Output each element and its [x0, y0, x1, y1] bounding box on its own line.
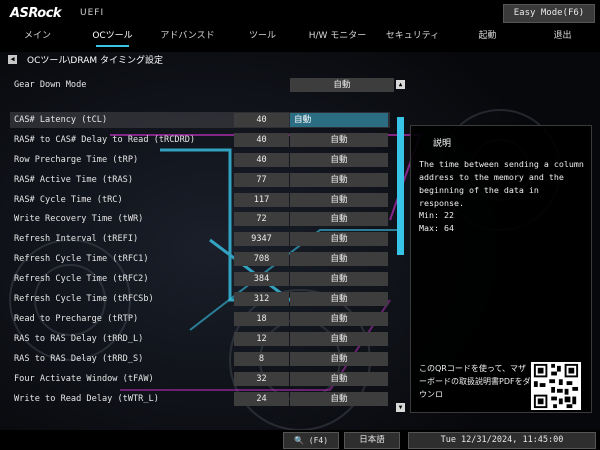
easy-mode-button[interactable]: Easy Mode(F6): [503, 4, 595, 23]
tab-oc-tweaker[interactable]: OCツール: [75, 28, 150, 48]
setting-label: RAS# Cycle Time (tRC): [14, 195, 123, 205]
breadcrumb: ◀ OCツール\DRAM タイミング設定: [8, 52, 163, 66]
datetime-display: Tue 12/31/2024, 11:45:00: [408, 432, 596, 449]
search-icon: 🔍: [293, 436, 304, 445]
current-value: 12: [234, 332, 289, 346]
description-text: The time between sending a column addres…: [419, 159, 584, 208]
setting-label: RAS# to CAS# Delay to Read (tRCDRD): [14, 135, 196, 145]
max-value: Max: 64: [419, 223, 454, 233]
setting-row-trfcsb[interactable]: Refresh Cycle Time (tRFCSb) 312 自動: [10, 291, 390, 307]
setting-select[interactable]: 自動: [290, 392, 388, 406]
setting-label: Refresh Cycle Time (tRFCSb): [14, 294, 154, 304]
tab-exit[interactable]: 退出: [525, 28, 600, 48]
setting-label: Write to Read Delay (tWTR_L): [14, 394, 159, 404]
top-bar: ASRock UEFI Easy Mode(F6) メイン OCツール アドバン…: [0, 0, 600, 52]
current-value: 32: [234, 372, 289, 386]
language-button[interactable]: 日本語: [344, 432, 400, 449]
setting-select[interactable]: 自動: [290, 332, 388, 346]
search-shortcut: (F4): [308, 436, 329, 445]
setting-label: CAS# Latency (tCL): [14, 115, 108, 125]
tab-tool[interactable]: ツール: [225, 28, 300, 48]
main-nav: メイン OCツール アドバンスド ツール H/W モニター セキュリティ 起動 …: [0, 28, 600, 48]
setting-row-trp[interactable]: Row Precharge Time (tRP) 40 自動: [10, 152, 390, 168]
setting-select[interactable]: 自動: [290, 133, 388, 147]
setting-row-trtp[interactable]: Read to Precharge (tRTP) 18 自動: [10, 311, 390, 327]
setting-select[interactable]: 自動: [290, 113, 388, 127]
asrock-logo: ASRock: [10, 6, 62, 21]
current-value: 384: [234, 272, 289, 286]
bottom-bar: 🔍 (F4) 日本語 Tue 12/31/2024, 11:45:00: [0, 430, 600, 450]
setting-label: Refresh Interval (tREFI): [14, 234, 139, 244]
setting-label: Refresh Cycle Time (tRFC2): [14, 274, 149, 284]
uefi-label: UEFI: [80, 8, 105, 18]
qr-caption: このQRコードを使って、マザーボードの取扱説明書PDFをダウンロ: [419, 364, 531, 399]
setting-row-trefi[interactable]: Refresh Interval (tREFI) 9347 自動: [10, 231, 390, 247]
current-value: 40: [234, 153, 289, 167]
current-value: 18: [234, 312, 289, 326]
setting-row-tras[interactable]: RAS# Active Time (tRAS) 77 自動: [10, 172, 390, 188]
breadcrumb-text: OCツール\DRAM タイミング設定: [27, 55, 164, 66]
current-value: 312: [234, 292, 289, 306]
current-value: 708: [234, 252, 289, 266]
setting-select[interactable]: 自動: [290, 272, 388, 286]
setting-label: Refresh Cycle Time (tRFC1): [14, 254, 149, 264]
tab-main[interactable]: メイン: [0, 28, 75, 48]
setting-row-twtr-l[interactable]: Write to Read Delay (tWTR_L) 24 自動: [10, 391, 390, 407]
scroll-down-icon[interactable]: ▼: [396, 403, 405, 412]
description-panel: 説明 The time between sending a column add…: [410, 125, 592, 413]
current-value: 40: [234, 113, 289, 127]
setting-label: RAS to RAS Delay (tRRD_L): [14, 334, 144, 344]
setting-select[interactable]: 自動: [290, 232, 388, 246]
setting-select[interactable]: 自動: [290, 193, 388, 207]
setting-label: RAS# Active Time (tRAS): [14, 175, 133, 185]
back-arrow-icon[interactable]: ◀: [8, 54, 17, 64]
current-value: 40: [234, 133, 289, 147]
tab-security[interactable]: セキュリティ: [375, 28, 450, 48]
setting-row-trfc1[interactable]: Refresh Cycle Time (tRFC1) 708 自動: [10, 251, 390, 267]
tab-advanced[interactable]: アドバンスド: [150, 28, 225, 48]
setting-label: Write Recovery Time (tWR): [14, 214, 144, 224]
description-title: 説明: [433, 139, 452, 149]
setting-row-trrd-s[interactable]: RAS to RAS Delay (tRRD_S) 8 自動: [10, 351, 390, 367]
setting-select[interactable]: 自動: [290, 352, 388, 366]
setting-select[interactable]: 自動: [290, 312, 388, 326]
qr-code-icon: [531, 362, 581, 410]
setting-row-trc[interactable]: RAS# Cycle Time (tRC) 117 自動: [10, 192, 390, 208]
search-button[interactable]: 🔍 (F4): [283, 432, 339, 449]
setting-row-tfaw[interactable]: Four Activate Window (tFAW) 32 自動: [10, 371, 390, 387]
setting-select[interactable]: 自動: [290, 292, 388, 306]
setting-select[interactable]: 自動: [290, 153, 388, 167]
gear-down-select[interactable]: 自動: [290, 78, 394, 92]
current-value: 117: [234, 193, 289, 207]
current-value: 8: [234, 352, 289, 366]
setting-select[interactable]: 自動: [290, 212, 388, 226]
setting-label: Row Precharge Time (tRP): [14, 155, 139, 165]
setting-row-trfc2[interactable]: Refresh Cycle Time (tRFC2) 384 自動: [10, 271, 390, 287]
setting-label: Gear Down Mode: [14, 80, 87, 90]
setting-select[interactable]: 自動: [290, 372, 388, 386]
setting-label: Four Activate Window (tFAW): [14, 374, 154, 384]
setting-select[interactable]: 自動: [290, 173, 388, 187]
current-value: 77: [234, 173, 289, 187]
list-scrollbar[interactable]: [397, 117, 404, 255]
scroll-up-icon[interactable]: ▲: [396, 80, 405, 89]
current-value: 24: [234, 392, 289, 406]
setting-row-twr[interactable]: Write Recovery Time (tWR) 72 自動: [10, 211, 390, 227]
setting-row-gear-down-mode[interactable]: Gear Down Mode 自動: [10, 77, 394, 93]
min-value: Min: 22: [419, 210, 454, 220]
setting-row-trrd-l[interactable]: RAS to RAS Delay (tRRD_L) 12 自動: [10, 331, 390, 347]
setting-label: RAS to RAS Delay (tRRD_S): [14, 354, 144, 364]
setting-select[interactable]: 自動: [290, 252, 388, 266]
tab-hw-monitor[interactable]: H/W モニター: [300, 28, 375, 48]
current-value: 9347: [234, 232, 289, 246]
setting-row-tcl[interactable]: CAS# Latency (tCL) 40 自動: [10, 112, 390, 128]
setting-label: Read to Precharge (tRTP): [14, 314, 139, 324]
tab-boot[interactable]: 起動: [450, 28, 525, 48]
setting-row-trcdrd[interactable]: RAS# to CAS# Delay to Read (tRCDRD) 40 自…: [10, 132, 390, 148]
current-value: 72: [234, 212, 289, 226]
